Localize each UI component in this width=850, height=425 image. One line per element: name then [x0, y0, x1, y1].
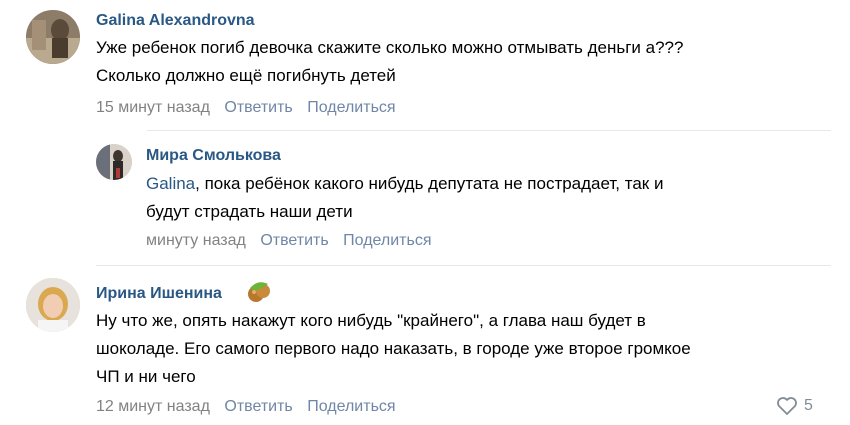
avatar[interactable]	[26, 10, 80, 64]
share-button[interactable]: Поделиться	[307, 398, 395, 416]
comment-meta: минуту назад Ответить Поделиться	[146, 232, 442, 250]
comment-author[interactable]: Мира Смолькова	[146, 147, 281, 165]
reply-button[interactable]: Ответить	[224, 398, 292, 416]
divider	[96, 265, 831, 266]
comment-meta: 15 минут назад Ответить Поделиться	[96, 99, 406, 117]
comment-text: , пока ребёнок какого нибудь депутата не…	[195, 174, 664, 193]
comment-text-line: Galina, пока ребёнок какого нибудь депут…	[146, 170, 663, 198]
comment-time[interactable]: 12 минут назад	[96, 398, 210, 416]
comment-meta: 12 минут назад Ответить Поделиться	[96, 398, 406, 416]
comment-text-line: будут страдать наши дети	[146, 202, 353, 221]
avatar-photo-icon	[96, 144, 132, 180]
like-count: 5	[804, 397, 813, 414]
comment-text-line: Сколько должно ещё погибнуть детей	[96, 66, 396, 85]
comment-time[interactable]: 15 минут назад	[96, 99, 210, 117]
avatar-photo-icon	[26, 10, 80, 64]
hazelnut-icon[interactable]	[246, 279, 272, 310]
comment-text-line: шоколаде. Его самого первого надо наказа…	[96, 339, 691, 358]
mention-link[interactable]: Galina	[146, 174, 195, 193]
avatar[interactable]	[96, 144, 132, 180]
avatar-photo-icon	[26, 278, 80, 332]
divider	[147, 130, 831, 131]
comment-time[interactable]: минуту назад	[146, 232, 246, 250]
comment-text-line: Уже ребенок погиб девочка скажите скольк…	[96, 38, 684, 57]
reply-button[interactable]: Ответить	[224, 99, 292, 117]
avatar[interactable]	[26, 278, 80, 332]
reply-button[interactable]: Ответить	[260, 232, 328, 250]
comment-text-line: Ну что же, опять накажут кого нибудь "кр…	[96, 311, 646, 330]
share-button[interactable]: Поделиться	[343, 232, 431, 250]
comment-author[interactable]: Ирина Ишенина	[96, 285, 222, 303]
comment-author[interactable]: Galina Alexandrovna	[96, 12, 255, 30]
heart-icon	[777, 397, 797, 415]
comment-text-line: ЧП и ни чего	[96, 367, 196, 386]
like-button[interactable]: 5	[776, 396, 813, 416]
share-button[interactable]: Поделиться	[307, 99, 395, 117]
